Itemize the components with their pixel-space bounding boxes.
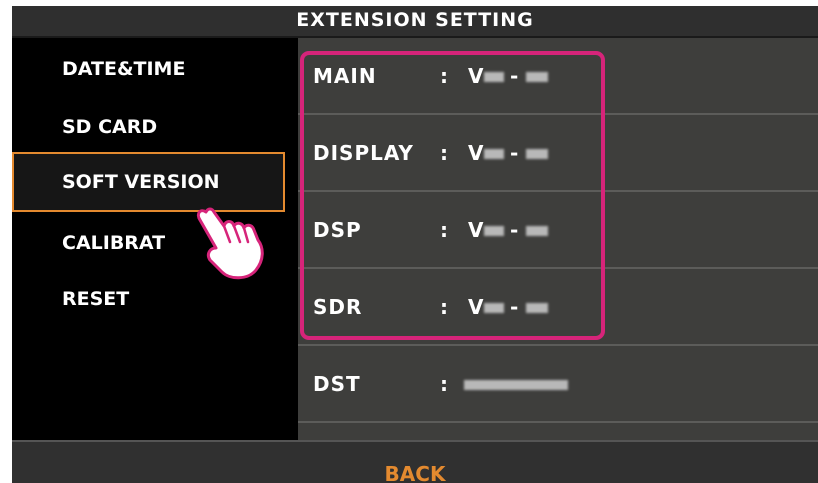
version-row-dst: DST : — [298, 346, 818, 423]
screen-title: EXTENSION SETTING — [12, 6, 818, 38]
version-label: DST — [313, 372, 361, 396]
menu-item-soft-version[interactable]: SOFT VERSION — [12, 152, 285, 212]
separator: : — [440, 372, 448, 396]
device-screen: EXTENSION SETTING DATE&TIME SD CARD SOFT… — [12, 6, 818, 483]
menu-item-date-time[interactable]: DATE&TIME — [12, 41, 285, 97]
menu-item-sd-card[interactable]: SD CARD — [12, 99, 285, 155]
highlight-frame — [300, 51, 605, 340]
redacted-value — [464, 380, 568, 390]
back-button[interactable]: BACK — [12, 440, 818, 483]
hand-pointer-icon — [196, 207, 264, 280]
